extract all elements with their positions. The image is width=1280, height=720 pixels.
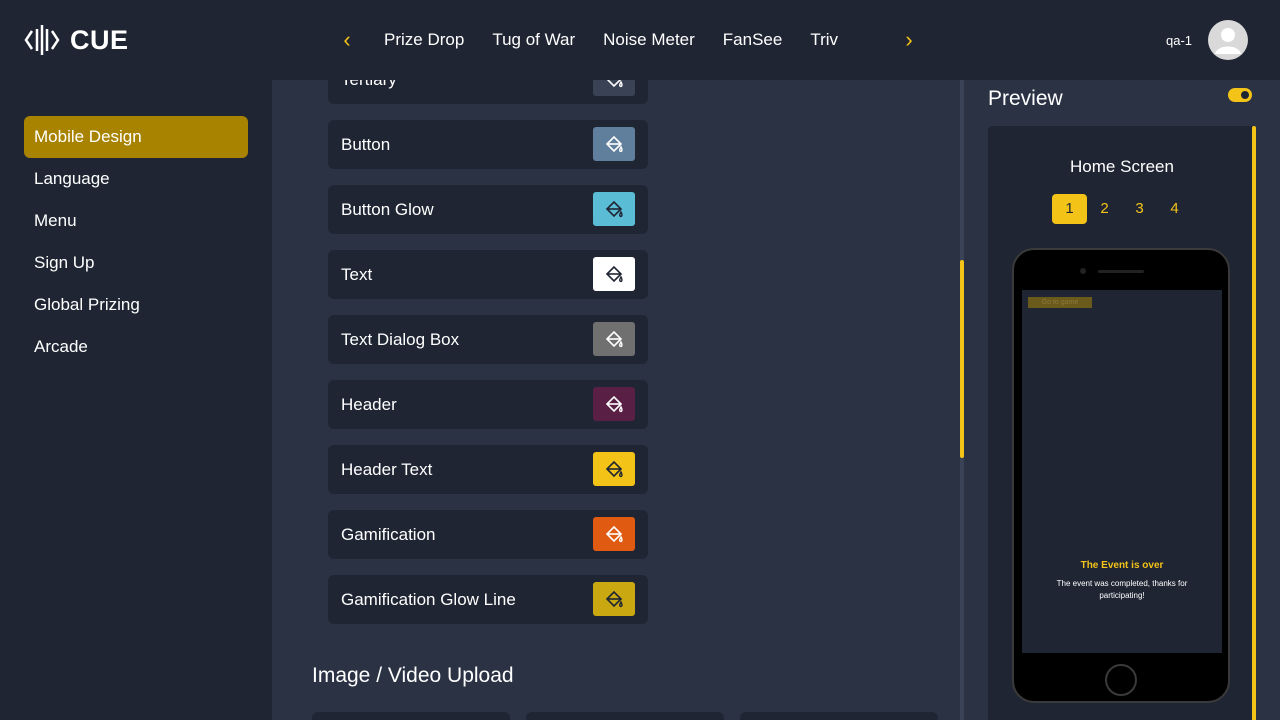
preview-title: Preview [988, 87, 1063, 110]
paint-bucket-icon [605, 330, 623, 348]
preview-panel: Preview Home Screen 1 2 3 4 Go to game T… [964, 80, 1280, 720]
color-row-gamification-glow-line: Gamification Glow Line [328, 575, 648, 624]
color-row-label: Gamification [341, 525, 436, 544]
phone-speaker [1098, 270, 1144, 273]
tab-tug-of-war[interactable]: Tug of War [492, 28, 575, 52]
paint-bucket-icon [605, 460, 623, 478]
top-bar: CUE ‹ Prize Drop Tug of War Noise Meter Fan… [0, 0, 1280, 80]
color-swatch[interactable] [593, 192, 635, 226]
sidebar: Mobile Design Language Menu Sign Up Glob… [0, 80, 272, 720]
tab-prize-drop[interactable]: Prize Drop [384, 28, 464, 52]
color-row-button: Button [328, 120, 648, 169]
cue-logo-icon [24, 25, 60, 55]
game-tabs: Prize Drop Tug of War Noise Meter FanSee Tri… [370, 28, 886, 54]
preview-card: Home Screen 1 2 3 4 Go to game The Event… [988, 126, 1256, 720]
go-to-game-button[interactable]: Go to game [1028, 297, 1092, 308]
color-row-label: Button Glow [341, 200, 434, 219]
toggle-knob [1241, 91, 1249, 99]
color-row-text: Text [328, 250, 648, 299]
sidebar-item-global-prizing[interactable]: Global Prizing [24, 284, 248, 326]
phone-screen: Go to game The Event is over The event w… [1022, 290, 1222, 653]
user-name: qa-1 [1166, 33, 1193, 48]
upload-card[interactable] [526, 712, 724, 720]
upload-card[interactable] [312, 712, 510, 720]
paint-bucket-icon [605, 135, 623, 153]
logo[interactable]: CUE [24, 22, 129, 58]
color-row-text-dialog-box: Text Dialog Box [328, 315, 648, 364]
color-row-tertiary: Tertiary [328, 80, 648, 104]
color-swatch[interactable] [593, 257, 635, 291]
event-title: The Event is over [1080, 560, 1164, 571]
tabs-scroll-left-icon[interactable]: ‹ [336, 28, 358, 52]
screen-title: Home Screen [1070, 157, 1174, 176]
color-row-header-text: Header Text [328, 445, 648, 494]
page-button-3[interactable]: 3 [1122, 194, 1157, 224]
upload-section-title: Image / Video Upload [312, 664, 514, 687]
paint-bucket-icon [605, 525, 623, 543]
color-row-label: Text [341, 265, 373, 284]
color-swatch[interactable] [593, 80, 635, 96]
sidebar-item-sign-up[interactable]: Sign Up [24, 242, 248, 284]
color-swatch[interactable] [593, 517, 635, 551]
tab-fansee[interactable]: FanSee [723, 28, 783, 52]
paint-bucket-icon [605, 395, 623, 413]
color-swatch[interactable] [593, 452, 635, 486]
page-button-1[interactable]: 1 [1052, 194, 1087, 224]
color-row-label: Button [341, 135, 391, 154]
event-message: The event was completed, thanks for part… [1056, 579, 1188, 600]
phone-home-button [1105, 664, 1137, 696]
color-row-header: Header [328, 380, 648, 429]
color-row-label: Header Text [341, 460, 433, 479]
screen-pager: 1 2 3 4 [1052, 194, 1192, 224]
color-row-label: Tertiary [341, 80, 397, 104]
paint-bucket-icon [605, 200, 623, 218]
color-row-label: Header [341, 395, 397, 414]
color-row-label: Gamification Glow Line [341, 590, 516, 609]
sidebar-item-arcade[interactable]: Arcade [24, 326, 248, 368]
preview-scrollbar[interactable] [1252, 126, 1256, 720]
color-swatch[interactable] [593, 127, 635, 161]
paint-bucket-icon [606, 80, 623, 88]
color-swatch[interactable] [593, 322, 635, 356]
logo-text: CUE [70, 24, 129, 55]
phone-camera [1080, 268, 1086, 274]
color-row-button-glow: Button Glow [328, 185, 648, 234]
page-button-2[interactable]: 2 [1087, 194, 1122, 224]
tab-noise-meter[interactable]: Noise Meter [603, 28, 695, 52]
color-editor: Tertiary Button Button Glow Text Text Di… [272, 80, 960, 720]
paint-bucket-icon [605, 590, 623, 608]
color-swatch[interactable] [593, 582, 635, 616]
avatar[interactable] [1208, 20, 1248, 60]
paint-bucket-icon [605, 265, 623, 283]
sidebar-item-menu[interactable]: Menu [24, 200, 248, 242]
color-swatch[interactable] [593, 387, 635, 421]
color-row-gamification: Gamification [328, 510, 648, 559]
color-row-label: Text Dialog Box [341, 330, 460, 349]
tab-trivia[interactable]: Triv [810, 28, 838, 52]
phone-mockup: Go to game The Event is over The event w… [1012, 248, 1230, 703]
user-icon [1215, 28, 1241, 54]
tabs-scroll-right-icon[interactable]: › [898, 28, 920, 52]
page-button-4[interactable]: 4 [1157, 194, 1192, 224]
upload-card[interactable] [740, 712, 938, 720]
sidebar-item-language[interactable]: Language [24, 158, 248, 200]
sidebar-item-mobile-design[interactable]: Mobile Design [24, 116, 248, 158]
preview-toggle[interactable] [1228, 88, 1252, 102]
